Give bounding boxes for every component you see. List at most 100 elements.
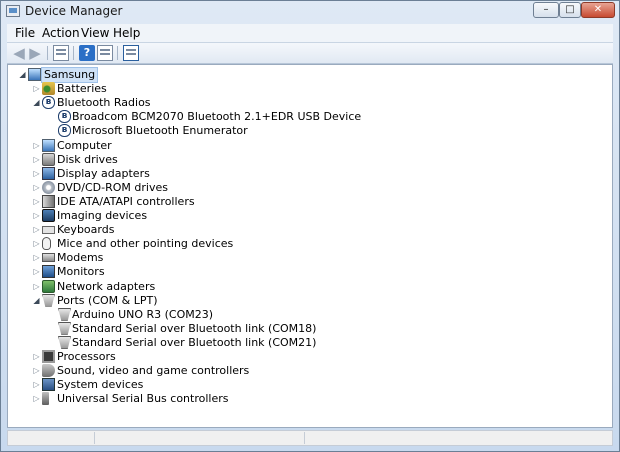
expand-toggle[interactable]: ▷ [32,266,41,277]
tree-item-label: Standard Serial over Bluetooth link (COM… [72,321,317,335]
device-manager-window: Device Manager – □ ✕ File Action View He… [0,0,620,452]
toolbar: ◀ ▶ ? [7,43,613,64]
expand-toggle[interactable]: ▷ [32,365,41,376]
port-icon [58,335,71,349]
expand-toggle[interactable]: ▷ [32,281,41,292]
menu-view-label: View [81,26,110,40]
tree-category[interactable]: ▷ Batteries [8,82,598,96]
maximize-button[interactable]: □ [559,2,581,18]
network-icon [42,279,55,293]
disk-icon [42,152,55,166]
properties-icon[interactable] [53,45,69,61]
tree-category[interactable]: ▷ Keyboards [8,223,598,237]
tree-item-label: IDE ATA/ATAPI controllers [57,194,195,208]
display-icon [42,166,55,180]
expand-toggle[interactable]: ▷ [32,224,41,235]
bluetooth-icon: ʙ [42,96,55,110]
forward-arrow-icon[interactable]: ▶ [27,45,43,61]
expand-toggle[interactable]: ▷ [32,168,41,179]
menu-file[interactable]: File [15,26,35,40]
tree-item-label: Network adapters [57,279,156,293]
show-hidden-icon[interactable] [97,45,113,61]
scan-hardware-icon[interactable] [123,45,139,61]
back-arrow-icon[interactable]: ◀ [11,45,27,61]
tree-category[interactable]: ▷ Processors [8,350,598,364]
close-button[interactable]: ✕ [581,2,615,18]
menu-view[interactable]: View [81,26,109,40]
tree-category[interactable]: ▷ Modems [8,251,598,265]
sound-icon [42,364,55,378]
tree-category[interactable]: ▷ Sound, video and game controllers [8,364,598,378]
monitor-icon [42,265,55,279]
tree-item-label: Modems [57,251,104,265]
help-icon[interactable]: ? [79,45,95,61]
computer-icon [42,138,55,152]
tree-category[interactable]: ▷ IDE ATA/ATAPI controllers [8,194,598,209]
expand-toggle[interactable]: ▷ [32,210,41,221]
collapse-toggle[interactable]: ◢ [18,69,27,80]
expand-toggle[interactable]: ▷ [32,140,41,151]
tree-item-label: Computer [57,138,112,152]
port-icon [58,321,71,335]
tree-item-label: Monitors [57,265,105,279]
expand-toggle[interactable]: ▷ [32,393,41,404]
tree-item-label: System devices [57,378,144,392]
tree-category[interactable]: ◢ Ports (COM & LPT) [8,293,598,308]
computer-icon [28,68,41,81]
tree-category[interactable]: ▷ System devices [8,378,598,392]
tree-device[interactable]: Arduino UNO R3 (COM23) [8,307,598,322]
port-icon [58,307,71,321]
tree-item-label: Broadcom BCM2070 Bluetooth 2.1+EDR USB D… [72,110,362,124]
tree-category[interactable]: ▷ Mice and other pointing devices [8,237,598,251]
expand-toggle[interactable]: ▷ [32,238,41,249]
tree-item-label: Standard Serial over Bluetooth link (COM… [72,335,317,349]
tree-item-label: Batteries [57,82,107,96]
tree-device[interactable]: Standard Serial over Bluetooth link (COM… [8,321,598,336]
usb-icon [42,392,49,406]
expand-toggle[interactable]: ▷ [32,83,41,94]
tree-category[interactable]: ▷ Universal Serial Bus controllers [8,392,598,406]
tree-root-samsung[interactable]: ◢ Samsung [8,67,598,83]
processor-icon [42,350,55,363]
tree-device[interactable]: Standard Serial over Bluetooth link (COM… [8,335,598,350]
ide-icon [42,194,55,208]
menu-help[interactable]: Help [113,26,140,40]
tree-category[interactable]: ▷ Computer [8,138,598,153]
tree-category[interactable]: ◢ ʙ Bluetooth Radios [8,96,598,110]
minimize-button[interactable]: – [533,2,559,18]
tree-category[interactable]: ▷ Disk drives [8,152,598,167]
imaging-icon [42,209,55,222]
device-tree: ◢ Samsung ▷ Batteries ◢ ʙ Bluetooth Radios ʙ Bro… [7,64,613,428]
status-separator [304,432,305,444]
tree-item-label: Display adapters [57,166,150,180]
menu-action[interactable]: Action [42,26,80,40]
bluetooth-icon: ʙ [58,110,71,124]
expand-toggle[interactable]: ▷ [32,379,41,390]
tree-category[interactable]: ▷ Display adapters [8,166,598,181]
collapse-toggle[interactable]: ◢ [32,295,41,306]
tree-category[interactable]: ▷ DVD/CD-ROM drives [8,180,598,195]
expand-toggle[interactable]: ▷ [32,154,41,165]
tree-item-label: Mice and other pointing devices [57,237,234,251]
expand-toggle[interactable]: ▷ [32,351,41,362]
tree-item-label: Sound, video and game controllers [57,364,250,378]
tree-category[interactable]: ▷ Imaging devices [8,209,598,223]
title-bar[interactable]: Device Manager – □ ✕ [1,1,619,23]
system-devices-icon [42,378,55,392]
toolbar-separator [73,46,74,60]
expand-toggle[interactable]: ▷ [32,252,41,263]
tree-category[interactable]: ▷ Monitors [8,265,598,279]
tree-item-label: Imaging devices [57,209,148,222]
window-title: Device Manager [25,4,123,18]
tree-device[interactable]: ʙ Broadcom BCM2070 Bluetooth 2.1+EDR USB … [8,110,598,124]
tree-device[interactable]: ʙ Microsoft Bluetooth Enumerator [8,124,598,138]
tree-category[interactable]: ▷ Network adapters [8,279,598,294]
expand-toggle[interactable]: ▷ [32,196,41,207]
tree-item-label: Disk drives [57,152,118,166]
tree-item-label: DVD/CD-ROM drives [57,180,168,194]
expand-toggle[interactable]: ▷ [32,182,41,193]
tree-item-label: Universal Serial Bus controllers [57,392,229,406]
collapse-toggle[interactable]: ◢ [32,97,41,108]
tree-item-label: Processors [57,350,116,363]
tree-item-label: Bluetooth Radios [57,96,151,110]
